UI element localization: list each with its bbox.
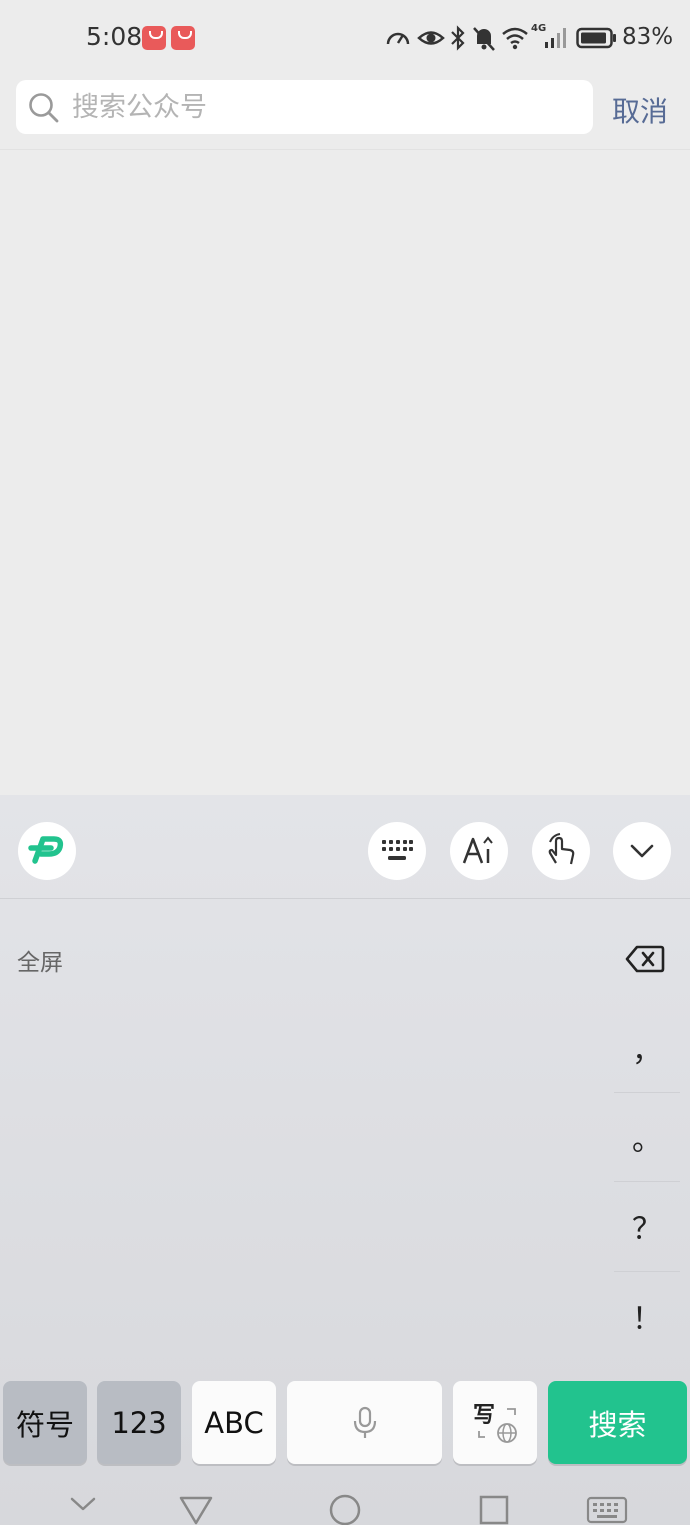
search-icon [29,93,59,123]
backspace-icon[interactable] [625,944,665,974]
gesture-icon [548,833,575,865]
wifi-icon [502,27,528,50]
home-circle-icon[interactable] [327,1490,363,1525]
punct-key-comma[interactable]: ， [614,1004,680,1092]
app-notification-icon [171,26,195,50]
gesture-button[interactable] [532,822,590,880]
battery-percent: 83% [622,24,674,50]
search-results-area [0,150,690,795]
keyboard-layout-button[interactable] [368,822,426,880]
keyboard-switch-icon[interactable] [586,1490,628,1525]
hide-keyboard-chevron-icon[interactable] [68,1490,98,1516]
status-bar: 5:08 4G 83% [0,0,690,75]
punct-key-exclamation[interactable]: ！ [614,1272,680,1360]
fullscreen-button[interactable]: 全屏 [17,943,63,977]
cancel-button[interactable]: 取消 [612,90,668,130]
battery-icon [576,27,616,49]
punct-key-period[interactable]: 。 [614,1093,680,1181]
recents-square-icon[interactable] [477,1490,511,1525]
abc-key[interactable]: ABC [192,1381,276,1464]
app-notification-icon [142,26,166,50]
globe-translate-icon [478,1408,517,1443]
space-voice-key[interactable] [287,1381,442,1464]
speedometer-icon [386,32,410,45]
collapse-keyboard-button[interactable] [613,822,671,880]
ime-logo-button[interactable] [18,822,76,880]
eye-icon [417,31,445,45]
font-size-button[interactable] [450,822,508,880]
keyboard-icon [382,840,413,860]
search-submit-key[interactable]: 搜索 [548,1381,687,1464]
toolbar-divider [0,898,690,899]
numbers-key[interactable]: 123 [97,1381,181,1464]
bluetooth-icon [451,25,465,51]
logo-icon [28,836,64,864]
collapse-chevron-icon [630,844,654,858]
search-input[interactable] [72,80,572,134]
font-size-icon [462,836,493,864]
handwrite-key[interactable]: 写 [453,1381,537,1464]
status-time: 5:08 [86,22,143,51]
punct-key-question[interactable]: ？ [614,1182,680,1270]
mute-bell-icon [473,27,495,51]
symbols-key[interactable]: 符号 [3,1381,87,1464]
signal-icon [545,28,566,48]
back-triangle-icon[interactable] [178,1490,214,1525]
microphone-icon [353,1406,376,1438]
